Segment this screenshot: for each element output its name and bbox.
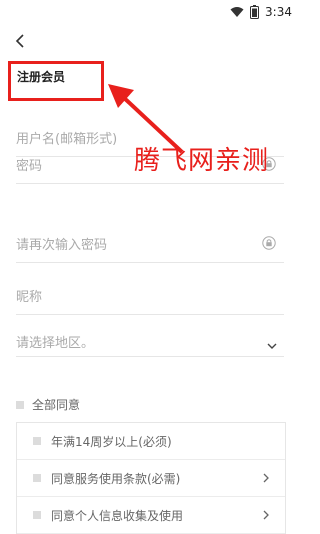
term-privacy-row[interactable]: 同意个人信息收集及使用 (17, 497, 285, 534)
status-icons: 3:34 (230, 5, 292, 19)
checkbox-icon (33, 511, 41, 519)
agree-all-label: 全部同意 (32, 398, 81, 412)
confirm-password-field[interactable]: 请再次输入密码 (16, 222, 284, 263)
page-title: 注册会员 (17, 70, 66, 84)
term-service-row[interactable]: 同意服务使用条款(必需) (17, 460, 285, 497)
agree-all-checkbox[interactable]: 全部同意 (16, 396, 80, 413)
checkbox-icon (16, 400, 24, 409)
term-label: 同意服务使用条款(必需) (51, 471, 181, 486)
region-select[interactable]: 请选择地区。 (16, 326, 284, 357)
term-label: 同意个人信息收集及使用 (51, 508, 184, 523)
nickname-placeholder: 昵称 (16, 290, 43, 305)
password-field-placeholder: 密码 (16, 159, 43, 174)
chevron-right-icon (263, 473, 269, 483)
term-label: 年满14周岁以上(必须) (51, 434, 172, 449)
wifi-icon (230, 7, 244, 17)
battery-icon (250, 5, 260, 19)
checkbox-icon (33, 437, 41, 445)
watermark-text: 腾飞网亲测 (134, 146, 270, 176)
nickname-field[interactable]: 昵称 (16, 274, 284, 315)
terms-list: 年满14周岁以上(必须) 同意服务使用条款(必需) 同意个人信息收集及使用 (16, 422, 286, 534)
back-arrow-icon[interactable] (12, 32, 30, 50)
term-age-checkbox[interactable]: 年满14周岁以上(必须) (17, 423, 285, 460)
lock-icon (262, 236, 276, 250)
chevron-right-icon (263, 510, 269, 520)
status-time: 3:34 (265, 5, 292, 19)
status-bar: 3:34 (0, 0, 300, 24)
confirm-password-placeholder: 请再次输入密码 (16, 238, 108, 253)
chevron-down-icon (267, 343, 277, 349)
region-placeholder: 请选择地区。 (16, 336, 95, 351)
checkbox-icon (33, 474, 41, 482)
